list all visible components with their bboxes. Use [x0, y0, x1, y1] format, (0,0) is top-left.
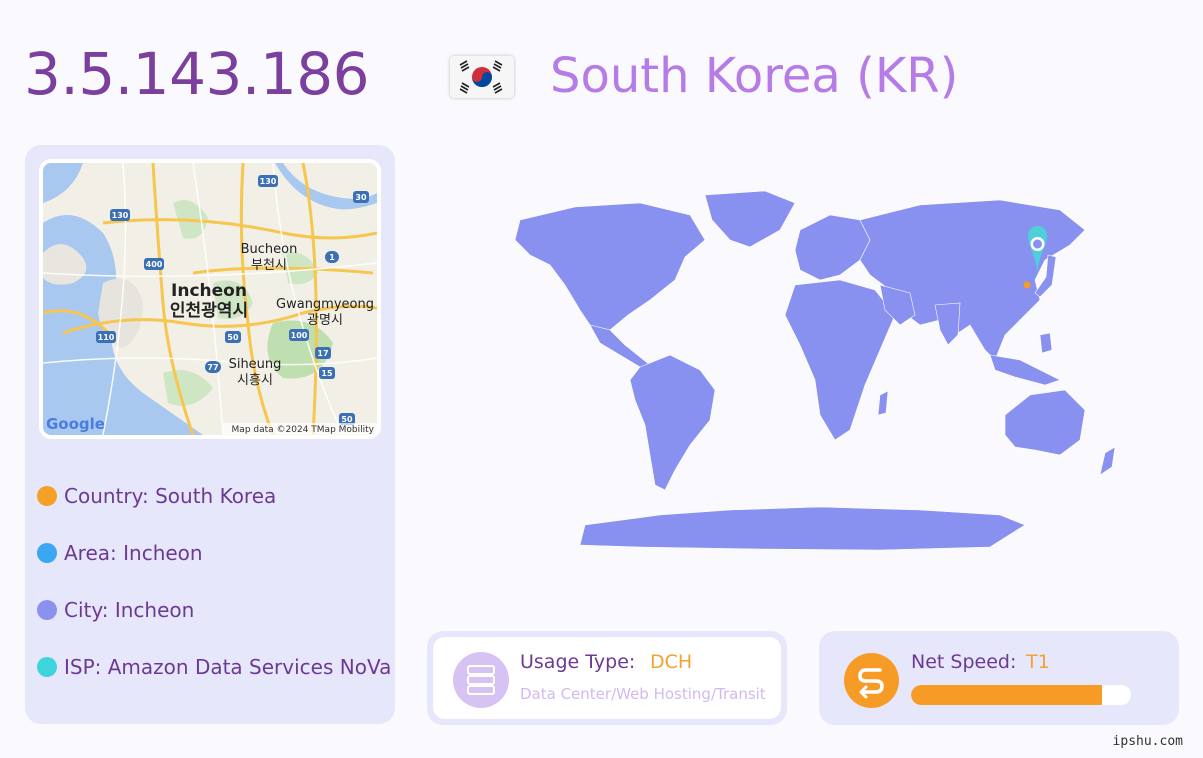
svg-text:50: 50: [341, 415, 353, 424]
net-speed-card: Net Speed: T1: [819, 631, 1179, 725]
map-label-bucheon-ko: 부천시: [251, 258, 287, 273]
svg-text:130: 130: [112, 211, 129, 220]
usage-type-label: Usage Type:: [520, 651, 636, 673]
map-attribution: Map data ©2024 TMap Mobility: [232, 425, 375, 435]
ip-address: 3.5.143.186: [24, 40, 370, 108]
info-isp-label: ISP: Amazon Data Services NoVa: [64, 654, 392, 679]
site-footer[interactable]: ipshu.com: [1113, 734, 1183, 749]
map-label-siheung-ko: 시흥시: [237, 373, 273, 388]
location-card: 130 130 400 110 50 77 100 17 15 1 30 50 …: [25, 145, 395, 724]
location-map[interactable]: 130 130 400 110 50 77 100 17 15 1 30 50 …: [39, 159, 381, 439]
info-area-label: Area: Incheon: [64, 540, 203, 565]
map-label-siheung: Siheung: [229, 357, 282, 372]
net-speed-label: Net Speed:: [911, 651, 1017, 673]
net-speed-value: T1: [1026, 651, 1050, 673]
speed-icon: [844, 653, 899, 708]
svg-text:130: 130: [260, 177, 277, 186]
isp-dot: [37, 656, 57, 677]
svg-text:77: 77: [207, 363, 218, 372]
svg-text:400: 400: [146, 260, 163, 269]
map-label-incheon: Incheon: [171, 281, 247, 301]
net-speed-bar-fill: [911, 685, 1103, 705]
info-city-label: City: Incheon: [64, 597, 195, 622]
usage-type-description: Data Center/Web Hosting/Transit: [520, 685, 766, 703]
country-title: South Korea (KR): [550, 48, 959, 104]
svg-text:1: 1: [329, 253, 335, 262]
svg-text:110: 110: [98, 333, 115, 342]
usage-type-card: Usage Type: DCH Data Center/Web Hosting/…: [427, 631, 787, 725]
svg-text:17: 17: [317, 349, 328, 358]
info-city: City: Incheon: [37, 581, 391, 638]
map-label-gwangmyeong-ko: 광명시: [307, 313, 343, 328]
svg-text:50: 50: [227, 333, 239, 342]
south-korea-flag-icon: [450, 56, 514, 98]
info-country-label: Country: South Korea: [64, 483, 277, 508]
net-speed-bar: [911, 685, 1131, 705]
world-map: [500, 185, 1150, 555]
usage-type-value: DCH: [650, 651, 693, 673]
area-dot: [37, 542, 57, 563]
svg-text:100: 100: [291, 331, 308, 340]
map-label-incheon-ko: 인천광역시: [170, 301, 248, 321]
svg-text:30: 30: [355, 193, 367, 202]
map-label-gwangmyeong: Gwangmyeong: [276, 297, 374, 312]
info-country: Country: South Korea: [37, 467, 391, 524]
info-list: Country: South Korea Area: Incheon City:…: [37, 467, 391, 695]
server-icon: [453, 652, 509, 708]
city-dot: [37, 599, 57, 620]
info-area: Area: Incheon: [37, 524, 391, 581]
info-isp: ISP: Amazon Data Services NoVa: [37, 638, 391, 695]
map-label-bucheon: Bucheon: [241, 242, 298, 257]
google-logo: Google: [46, 415, 105, 433]
svg-text:15: 15: [321, 369, 333, 378]
country-dot: [37, 485, 57, 506]
